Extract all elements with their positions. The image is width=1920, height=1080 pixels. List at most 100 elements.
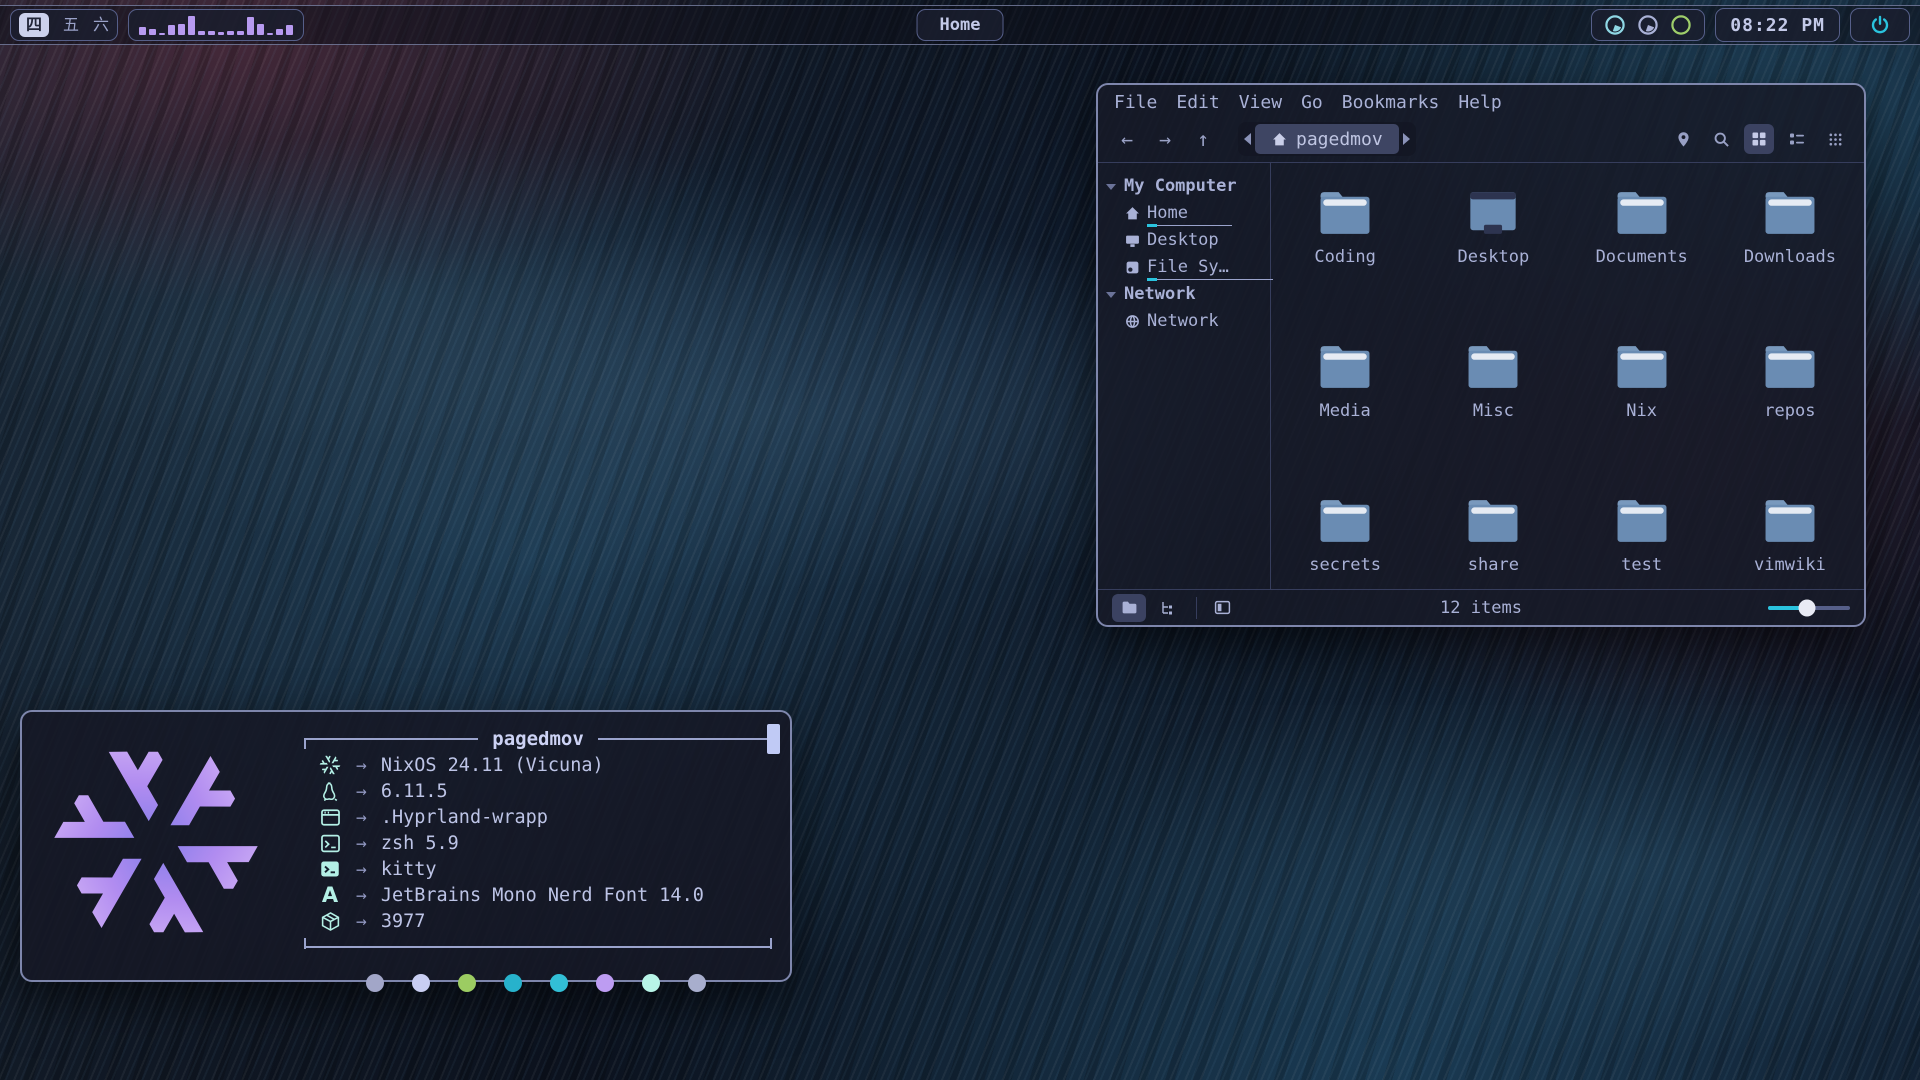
terminal-color-palette [366,974,772,992]
visualizer-bar [149,29,156,35]
sidebar-item-desktop[interactable]: Desktop [1098,227,1270,254]
folder-icon [1761,187,1819,239]
folder-item-coding[interactable]: Coding [1314,187,1375,267]
visualizer-bar [267,33,274,35]
shell-icon [318,831,342,855]
menu-item[interactable]: View [1239,92,1282,113]
menu-item[interactable]: Help [1458,92,1501,113]
terminal-cursor [767,724,780,754]
folder-name: Nix [1626,401,1657,421]
folder-item-downloads[interactable]: Downloads [1744,187,1836,267]
desktop: 四五六 Home 08:22 PM FileEditViewGoBookmark [0,0,1920,1080]
toggle-sidepane-button[interactable] [1205,594,1239,622]
folder-item-test[interactable]: test [1613,495,1671,575]
visualizer-bar [188,16,195,35]
folder-icon [1316,341,1374,393]
packages-icon [318,909,342,933]
menu-bar: File Edit View Go Bookmarks Help [1098,85,1864,116]
compact-view-button[interactable] [1820,124,1850,154]
clock[interactable]: 08:22 PM [1715,8,1840,42]
folder-item-share[interactable]: share [1464,495,1522,575]
power-icon [1865,10,1895,40]
visualizer-bar [168,25,175,35]
fetch-row-wm: → .Hyprland-wrapp [318,804,772,830]
visualizer-bar [218,32,225,35]
zoom-slider-thumb[interactable] [1798,599,1815,616]
sidebar-item-filesy[interactable]: File Sy… [1098,254,1270,281]
folder-name: Documents [1596,247,1688,267]
fetch-row-font: A → JetBrains Mono Nerd Font 14.0 [318,882,772,908]
visualizer-bar [257,24,264,35]
folder-item-documents[interactable]: Documents [1596,187,1688,267]
font-icon: A [318,883,342,907]
home-icon [1271,131,1288,148]
sidebar: My Computer Home Desktop File Sy… [1098,163,1270,589]
workspace-button[interactable]: 四 [19,13,49,37]
terminal-window[interactable]: pagedmov → NixOS 24.11 (Vicuna) → 6.11.5 [20,710,792,982]
visualizer-bar [198,31,205,35]
folder-name: Downloads [1744,247,1836,267]
folder-item-vimwiki[interactable]: vimwiki [1754,495,1826,575]
back-button[interactable]: ← [1112,127,1142,151]
folder-name: test [1621,555,1662,575]
sidebar-item-home[interactable]: Home [1098,200,1270,227]
sidebar-item-network[interactable]: Network [1098,308,1270,335]
workspace-button[interactable]: 五 [63,17,79,33]
system-status-icons [1591,9,1705,41]
folder-item-misc[interactable]: Misc [1464,341,1522,421]
menu-item[interactable]: Edit [1176,92,1219,113]
active-window-title[interactable]: Home [917,9,1004,41]
items-count: 12 items [1440,598,1522,618]
visualizer-bar [139,27,146,35]
menu-item[interactable]: Bookmarks [1342,92,1440,113]
zoom-slider[interactable] [1768,606,1850,610]
current-path-tab[interactable]: pagedmov [1255,124,1399,154]
folder-name: vimwiki [1754,555,1826,575]
expander-icon[interactable] [1106,292,1116,298]
expander-icon[interactable] [1106,184,1116,190]
visualizer-bar [227,31,234,35]
folder-item-secrets[interactable]: secrets [1309,495,1381,575]
scroll-tabs-right-icon[interactable] [1403,133,1410,145]
folder-icon [1613,495,1671,547]
folder-icon [1316,187,1374,239]
fetch-row-nix: → NixOS 24.11 (Vicuna) [318,752,772,778]
visualizer-bar [276,29,283,35]
sidebar-section-mycomputer[interactable]: My Computer [1098,173,1270,200]
menu-item[interactable]: Go [1301,92,1323,113]
search-icon[interactable] [1706,124,1736,154]
folder-icon [1316,495,1374,547]
sidebar-section-network[interactable]: Network [1098,281,1270,308]
location-pin-icon[interactable] [1668,124,1698,154]
gauge-cyan-icon[interactable] [1604,14,1626,36]
terminal-icon [318,857,342,881]
folder-icon [1613,341,1671,393]
nix-icon [318,753,342,777]
places-pane-button[interactable] [1112,594,1146,622]
gauge-green-icon[interactable] [1670,14,1692,36]
fetch-row-kernel: → 6.11.5 [318,778,772,804]
icon-view-button[interactable] [1744,124,1774,154]
visualizer-bar [247,17,254,35]
menu-item[interactable]: File [1114,92,1157,113]
up-button[interactable]: ↑ [1188,127,1218,151]
power-button[interactable] [1850,8,1910,42]
fetch-row-shell: → zsh 5.9 [318,830,772,856]
workspace-button[interactable]: 六 [93,17,109,33]
scroll-tabs-left-icon[interactable] [1244,133,1251,145]
folder-icon [1613,187,1671,239]
folder-item-repos[interactable]: repos [1761,341,1819,421]
folder-item-nix[interactable]: Nix [1613,341,1671,421]
palette-dot [504,974,522,992]
folder-item-desktop[interactable]: Desktop [1458,187,1530,267]
folder-item-media[interactable]: Media [1316,341,1374,421]
kernel-icon [318,779,342,803]
visualizer-bar [159,33,166,35]
top-bar: 四五六 Home 08:22 PM [0,5,1920,45]
folder-icon [1761,341,1819,393]
folder-name: Media [1320,401,1371,421]
forward-button[interactable]: → [1150,127,1180,151]
gauge-lavender-icon[interactable] [1637,14,1659,36]
tree-pane-button[interactable] [1150,594,1184,622]
list-view-button[interactable] [1782,124,1812,154]
